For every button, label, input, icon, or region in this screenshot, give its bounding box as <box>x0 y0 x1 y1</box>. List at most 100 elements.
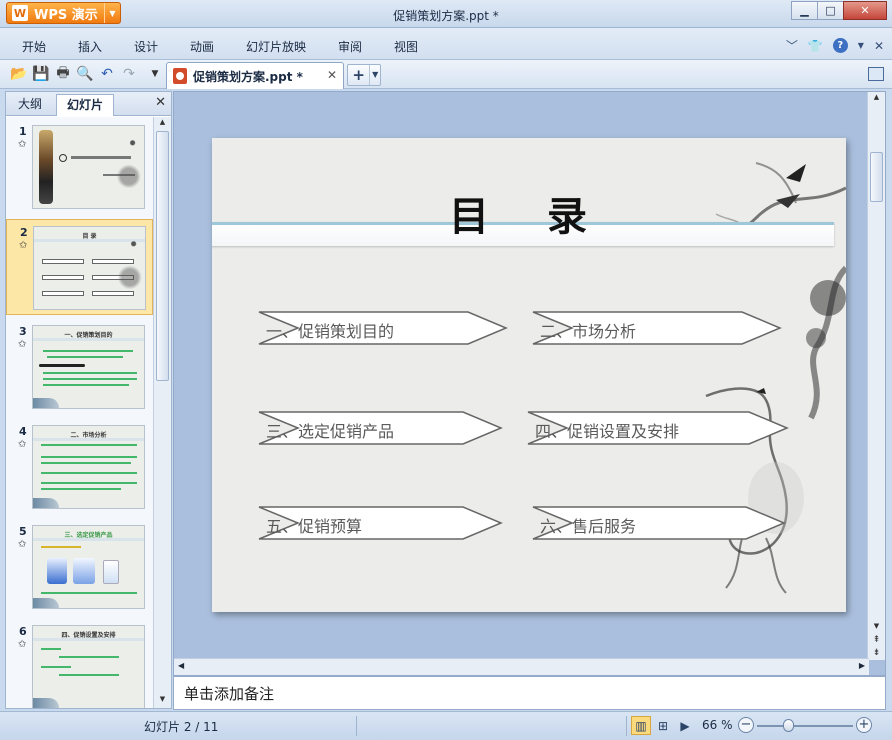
thumb-text-line <box>43 372 137 374</box>
help-dropdown-icon[interactable]: ▼ <box>858 41 864 50</box>
toc-item-label: 五、促销预算 <box>266 517 363 536</box>
thumbnail-scrollbar[interactable]: ▲ ▼ <box>153 117 171 708</box>
ribbon-close-icon[interactable]: ✕ <box>874 39 884 53</box>
scroll-right-icon[interactable]: ▶ <box>859 661 865 670</box>
undo-icon[interactable]: ↶ <box>98 65 116 83</box>
product-image-icon <box>73 558 95 584</box>
toc-item-label: 二、市场分析 <box>540 322 637 341</box>
document-tab[interactable]: 促销策划方案.ppt * ✕ <box>166 62 344 89</box>
print-icon[interactable]: 🖶 <box>54 65 72 83</box>
menu-slideshow[interactable]: 幻灯片放映 <box>246 38 306 55</box>
toc-item-label: 六、售后服务 <box>540 517 637 536</box>
slide-thumbnail-image: 一、促销策划目的 <box>32 325 145 409</box>
scroll-left-icon[interactable]: ◀ <box>178 661 184 670</box>
slide-thumbnail[interactable]: 3 ✩ 一、促销策划目的 <box>6 319 153 415</box>
slide-sorter-view-button[interactable]: ⊞ <box>653 716 673 735</box>
editor-horizontal-scrollbar[interactable]: ◀ ▶ <box>174 658 869 675</box>
scrollbar-thumb[interactable] <box>870 152 883 202</box>
slide-thumbnail[interactable]: 5 ✩ 三、选定促销产品 <box>6 519 153 615</box>
toc-item[interactable]: 二、市场分析 <box>532 311 782 345</box>
save-icon[interactable]: 💾 <box>32 65 50 83</box>
slide-thumbnail[interactable]: 4 ✩ 二、市场分析 <box>6 419 153 515</box>
slide-thumbnail-image <box>32 125 145 209</box>
toc-item[interactable]: 五、促销预算 <box>258 506 503 540</box>
slide-thumbnail[interactable]: 1 ✩ <box>6 119 153 215</box>
thumb-title-band <box>33 538 144 541</box>
menu-animation[interactable]: 动画 <box>190 38 214 55</box>
thumb-text-line <box>43 378 137 380</box>
toc-item[interactable]: 四、促销设置及安排 <box>527 411 789 445</box>
help-icon[interactable]: ? <box>832 38 848 53</box>
editor-vertical-scrollbar[interactable]: ▲ ▼ ⇞ ⇟ <box>867 92 885 660</box>
menu-home[interactable]: 开始 <box>22 38 46 55</box>
scroll-down-icon[interactable]: ▼ <box>868 622 885 634</box>
redo-icon[interactable]: ↷ <box>120 65 138 83</box>
new-document-button[interactable]: + ▼ <box>347 64 381 86</box>
new-tab-dropdown-icon[interactable]: ▼ <box>369 65 380 85</box>
scroll-up-icon[interactable]: ▲ <box>154 118 171 130</box>
thumb-title-band <box>33 638 144 641</box>
ribbon-collapse-icon[interactable]: ﹀ <box>786 37 798 54</box>
print-preview-icon[interactable]: 🔍 <box>76 65 94 83</box>
quick-access-toolbar: 📂 💾 🖶 🔍 ↶ ↷ ▼ 促销策划方案.ppt * ✕ + ▼ <box>0 60 892 89</box>
next-slide-icon[interactable]: ⇟ <box>868 648 885 660</box>
thumb-text-line <box>41 488 121 490</box>
tab-slides[interactable]: 幻灯片 <box>56 94 115 116</box>
thumb-text-line <box>41 546 81 548</box>
notes-pane[interactable]: 单击添加备注 <box>173 676 886 710</box>
toc-item[interactable]: 三、选定促销产品 <box>258 411 503 445</box>
normal-view-button[interactable]: ▥ <box>631 716 651 735</box>
menu-right-tools: ﹀ 👕 ? ▼ ✕ <box>786 37 884 54</box>
title-bar: W WPS 演示 ▼ 促销策划方案.ppt * ▁ □ ✕ <box>0 0 892 28</box>
zoom-slider-handle[interactable] <box>782 719 794 732</box>
tab-outline[interactable]: 大纲 <box>8 94 52 116</box>
slideshow-view-button[interactable]: ▶ <box>675 716 695 735</box>
scrollbar-thumb[interactable] <box>156 131 169 381</box>
minimize-button[interactable]: ▁ <box>791 1 818 20</box>
menu-view[interactable]: 视图 <box>394 38 418 55</box>
status-bar: 幻灯片 2 / 11 ▥ ⊞ ▶ 66 % − + <box>0 711 892 740</box>
menu-review[interactable]: 审阅 <box>338 38 362 55</box>
slide-transition-icon: ✩ <box>18 339 27 350</box>
toc-item-label: 四、促销设置及安排 <box>535 422 680 441</box>
scroll-down-icon[interactable]: ▼ <box>154 695 171 707</box>
zoom-slider[interactable] <box>757 725 853 727</box>
slide-transition-icon: ✩ <box>18 539 27 550</box>
slide-title[interactable]: 目 录 <box>212 184 846 242</box>
slide-thumbnail[interactable]: 6 ✩ 四、促销设置及安排 <box>6 619 153 708</box>
ink-brush-decoration <box>39 130 53 204</box>
skin-shirt-icon[interactable]: 👕 <box>808 39 823 53</box>
panel-tabs: 大纲 幻灯片 ✕ <box>6 92 171 116</box>
menu-design[interactable]: 设计 <box>134 38 158 55</box>
slide-number: 3 <box>19 325 27 338</box>
menu-bar: 开始 插入 设计 动画 幻灯片放映 审阅 视图 ﹀ 👕 ? ▼ ✕ <box>0 28 892 60</box>
open-folder-icon[interactable]: 📂 <box>10 65 28 83</box>
slide-transition-icon: ✩ <box>18 439 27 450</box>
maximize-button[interactable]: □ <box>817 1 844 20</box>
current-slide[interactable]: 目 录 一、促销策划目的 二、市场分析 三、选定促销产品 四、促销设置及安排 五… <box>212 138 846 612</box>
zoom-out-button[interactable]: − <box>738 717 754 733</box>
wave-decoration <box>33 498 59 508</box>
thumb-toc-arrow <box>42 259 84 264</box>
thumb-text-line <box>59 656 119 658</box>
toc-item[interactable]: 一、促销策划目的 <box>258 311 508 345</box>
window-layout-icon[interactable] <box>868 67 884 81</box>
document-tab-label: 促销策划方案.ppt * <box>193 69 303 84</box>
toc-item[interactable]: 六、售后服务 <box>532 506 786 540</box>
slide-thumbnail-selected[interactable]: 2 ✩ 目 录 <box>6 219 153 315</box>
notes-placeholder[interactable]: 单击添加备注 <box>184 683 274 704</box>
slide-editor: 目 录 一、促销策划目的 二、市场分析 三、选定促销产品 四、促销设置及安排 五… <box>173 91 886 676</box>
ink-stroke-decoration <box>39 364 85 367</box>
thumb-toc-arrow <box>42 291 84 296</box>
thumb-text-line <box>41 472 137 474</box>
zoom-in-button[interactable]: + <box>856 717 872 733</box>
scroll-up-icon[interactable]: ▲ <box>868 93 885 105</box>
toc-item-label: 三、选定促销产品 <box>266 422 395 441</box>
toolbar-customize-icon[interactable]: ▼ <box>146 65 164 83</box>
toc-item-label: 一、促销策划目的 <box>266 322 395 341</box>
close-tab-icon[interactable]: ✕ <box>327 68 337 82</box>
panel-close-icon[interactable]: ✕ <box>155 95 166 110</box>
menu-insert[interactable]: 插入 <box>78 38 102 55</box>
close-window-button[interactable]: ✕ <box>843 1 887 20</box>
previous-slide-icon[interactable]: ⇞ <box>868 635 885 647</box>
